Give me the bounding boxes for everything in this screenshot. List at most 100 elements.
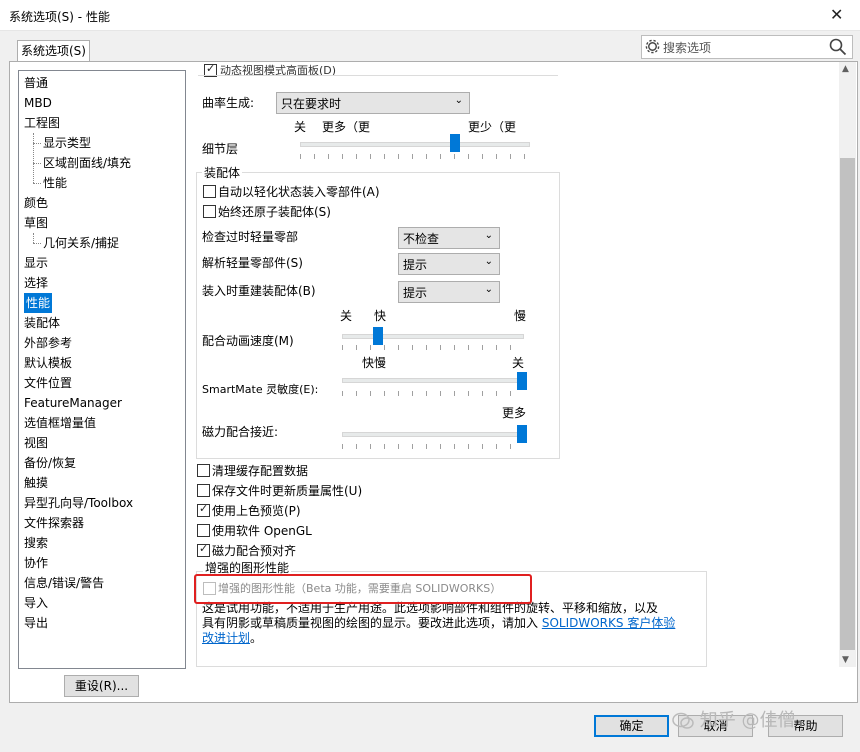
rebuild-on-load-label: 装入时重建装配体(B) xyxy=(202,284,316,298)
tree-item[interactable]: 搜索 xyxy=(24,533,48,553)
chevron-down-icon: ⌄ xyxy=(484,230,493,241)
smartmate-slider-thumb[interactable] xyxy=(517,372,527,390)
mate-anim-slider-track[interactable] xyxy=(342,334,524,339)
close-icon[interactable]: ✕ xyxy=(830,5,843,24)
magnetic-right-label: 更多 xyxy=(502,406,527,420)
check-icon: ✓ xyxy=(199,502,209,515)
ok-button[interactable]: 确定 xyxy=(594,715,669,737)
resolve-lightweight-select[interactable]: 提示 ⌄ xyxy=(398,253,500,275)
tree-connector xyxy=(33,163,41,164)
tree-item[interactable]: 颜色 xyxy=(24,193,48,213)
tree-connector xyxy=(33,243,41,244)
mate-anim-slider-ticks xyxy=(342,345,522,350)
rebuild-on-load-select[interactable]: 提示 ⌄ xyxy=(398,281,500,303)
tree-connector xyxy=(33,183,41,184)
detail-label: 细节层 xyxy=(202,142,239,156)
detail-left-label2: 更多（更 xyxy=(322,120,371,134)
detail-slider-thumb[interactable] xyxy=(450,134,461,152)
always-resolve-checkbox[interactable] xyxy=(203,205,216,218)
mate-anim-slow-label: 慢 xyxy=(514,309,527,323)
options-tree[interactable]: 普通 MBD 工程图 显示类型 区域剖面线/填充 性能 颜色 草图 几何关系/捕捉 显示 选择 性能装… xyxy=(18,70,186,669)
option-checkbox[interactable] xyxy=(197,464,210,477)
reset-button-label: 重设(R)... xyxy=(74,679,129,693)
magnetic-slider-thumb[interactable] xyxy=(517,425,527,443)
tree-item[interactable]: 异型孔向导/Toolbox xyxy=(24,493,133,513)
curvature-label: 曲率生成: xyxy=(202,96,255,110)
gear-icon[interactable] xyxy=(645,39,660,54)
tree-item[interactable]: 普通 xyxy=(24,73,48,93)
check-outdated-select[interactable]: 不检查 ⌄ xyxy=(398,227,500,249)
chevron-down-icon: ⌄ xyxy=(454,95,463,106)
auto-lightweight-checkbox[interactable] xyxy=(203,185,216,198)
tree-item[interactable]: 选择 xyxy=(24,273,48,293)
tree-item[interactable]: 选值框增量值 xyxy=(24,413,96,433)
curvature-select[interactable]: 只在要求时 ⌄ xyxy=(276,92,470,114)
tree-item[interactable]: MBD xyxy=(24,93,52,113)
tree-item[interactable]: 性能 xyxy=(43,173,67,193)
wechat-icon xyxy=(672,712,694,729)
tree-item[interactable]: 区域剖面线/填充 xyxy=(43,153,131,173)
reset-button[interactable]: 重设(R)... xyxy=(64,675,139,697)
tree-item[interactable]: 信息/错误/警告 xyxy=(24,573,104,593)
tree-item[interactable]: 备份/恢复 xyxy=(24,453,76,473)
scrollbar-thumb[interactable] xyxy=(840,158,855,650)
option-checkbox[interactable]: ✓ xyxy=(197,502,210,517)
window-title: 系统选项(S) - 性能 xyxy=(9,10,110,24)
tree-item[interactable]: 工程图 xyxy=(24,113,60,133)
tree-item[interactable]: 显示类型 xyxy=(43,133,91,153)
enhanced-desc-line3-wrap: 改进计划。 xyxy=(202,631,712,646)
detail-right-label: 更少（更 xyxy=(468,120,517,134)
tree-item[interactable]: 导出 xyxy=(24,613,48,633)
search-input[interactable]: 搜索选项 xyxy=(641,35,853,59)
scroll-down-icon[interactable]: ▼ xyxy=(842,655,849,665)
magnetic-slider-track[interactable] xyxy=(342,432,524,437)
check-icon: ✓ xyxy=(206,62,216,75)
detail-left-label: 关 xyxy=(294,120,307,134)
tree-item[interactable]: 默认模板 xyxy=(24,353,72,373)
tree-item[interactable]: 文件探索器 xyxy=(24,513,84,533)
chevron-down-icon: ⌄ xyxy=(484,284,493,295)
improvement-program-link[interactable]: 改进计划 xyxy=(202,631,250,645)
tree-item[interactable]: 导入 xyxy=(24,593,48,613)
tree-connector xyxy=(33,233,34,243)
tree-item[interactable]: FeatureManager xyxy=(24,393,122,413)
enhanced-desc-line2: 具有阴影或草稿质量视图的绘图的显示。要改进此选项，请加入 xyxy=(202,616,539,630)
option-checkbox[interactable] xyxy=(197,524,210,537)
detail-slider-track[interactable] xyxy=(300,142,530,147)
search-icon[interactable] xyxy=(829,38,847,56)
tree-item[interactable]: 协作 xyxy=(24,553,48,573)
highlight-box xyxy=(194,574,532,604)
enhanced-desc-line2-wrap: 具有阴影或草稿质量视图的绘图的显示。要改进此选项，请加入 SOLIDWORKS … xyxy=(202,616,712,631)
scroll-up-icon[interactable]: ▲ xyxy=(842,64,849,74)
tree-item[interactable]: 草图 xyxy=(24,213,48,233)
rebuild-on-load-value: 提示 xyxy=(403,286,428,300)
title-bar: 系统选项(S) - 性能 ✕ xyxy=(0,0,860,31)
tree-connector xyxy=(33,133,34,183)
option-checkbox[interactable]: ✓ xyxy=(197,542,210,557)
detail-slider-ticks xyxy=(300,154,528,159)
customer-experience-link[interactable]: SOLIDWORKS 客户体验 xyxy=(542,616,675,630)
smartmate-slider-ticks xyxy=(342,391,522,396)
tree-item[interactable]: 触摸 xyxy=(24,473,48,493)
tree-item[interactable]: 外部参考 xyxy=(24,333,72,353)
tree-item[interactable]: 显示 xyxy=(24,253,48,273)
mate-anim-fast-label: 快 xyxy=(374,309,387,323)
option-label: 使用上色预览(P) xyxy=(212,504,301,518)
tab-system-options[interactable]: 系统选项(S) xyxy=(17,40,90,63)
help-button-label: 帮助 xyxy=(793,719,818,733)
tree-item[interactable]: 性能 xyxy=(24,293,53,313)
curvature-value: 只在要求时 xyxy=(281,97,342,111)
ok-button-label: 确定 xyxy=(619,719,644,733)
mate-anim-slider-thumb[interactable] xyxy=(373,327,383,345)
mate-anim-label: 配合动画速度(M) xyxy=(202,334,294,348)
tree-item[interactable]: 视图 xyxy=(24,433,48,453)
smartmate-slider-track[interactable] xyxy=(342,378,524,383)
enhanced-desc-end: 。 xyxy=(250,631,263,645)
tree-item[interactable]: 装配体 xyxy=(24,313,60,333)
tab-label: 系统选项(S) xyxy=(21,44,86,58)
tree-item[interactable]: 文件位置 xyxy=(24,373,72,393)
tree-item[interactable]: 几何关系/捕捉 xyxy=(43,233,119,253)
option-label: 使用软件 OpenGL xyxy=(212,524,312,538)
option-checkbox[interactable] xyxy=(197,484,210,497)
smartmate-left-label: 快慢 xyxy=(362,356,387,370)
